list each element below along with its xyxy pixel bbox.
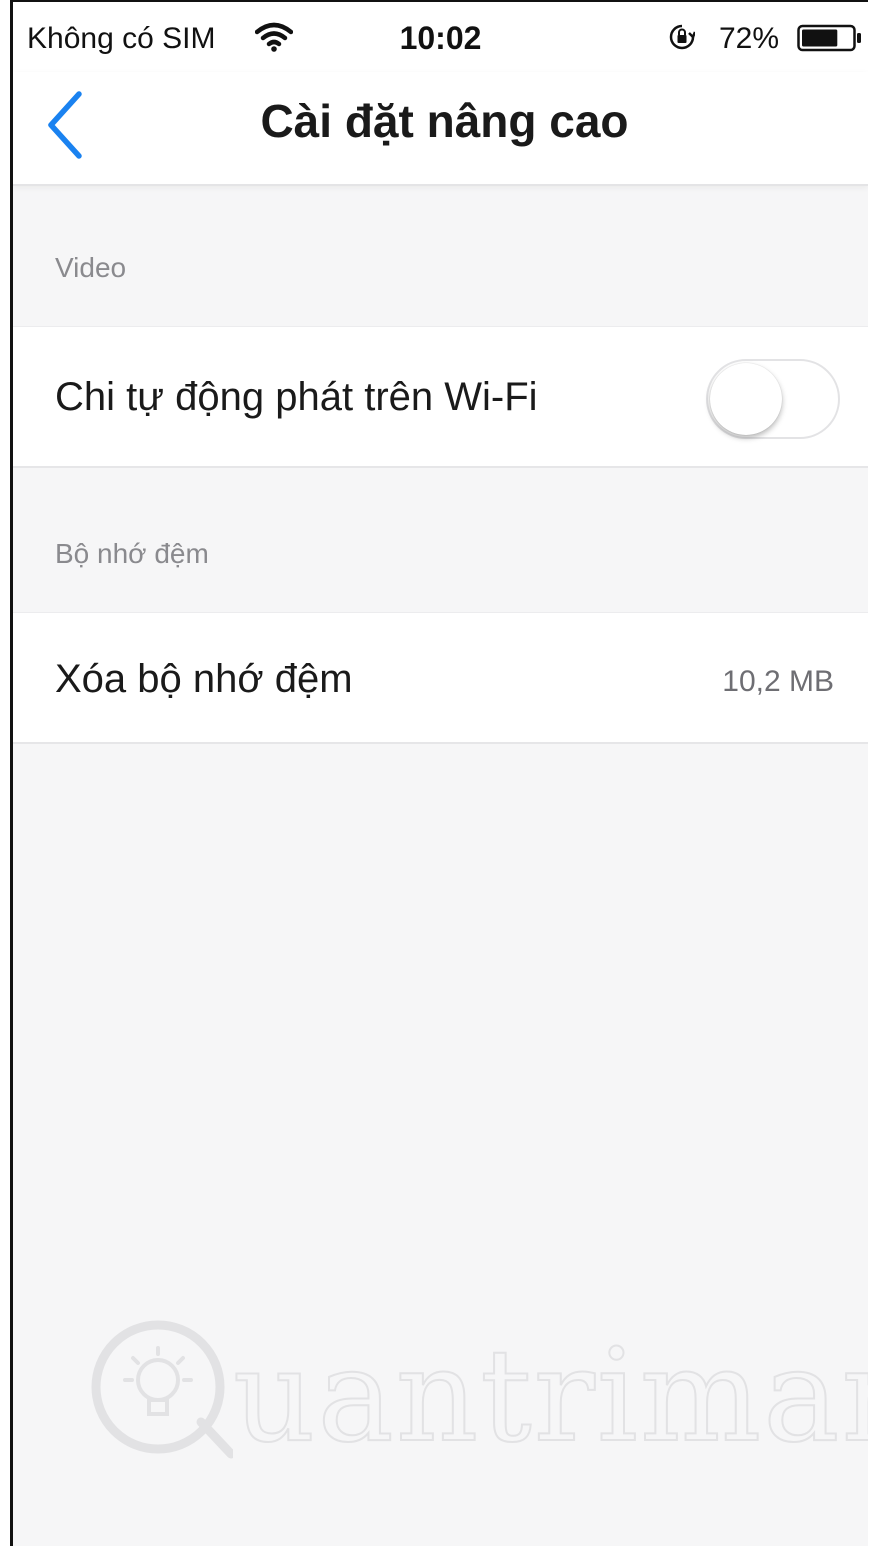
section-header-video: Video	[55, 252, 127, 283]
toggle-knob	[710, 363, 782, 435]
navigation-bar: Cài đặt nâng cao	[13, 72, 868, 186]
battery-percent: 72%	[719, 22, 780, 55]
watermark: uantrimang	[83, 1302, 868, 1482]
autoplay-wifi-label: Chi tự động phát trên Wi-Fi	[55, 375, 538, 419]
section-header-cache: Bộ nhớ đệm	[55, 538, 209, 569]
clear-cache-label: Xóa bộ nhớ đệm	[55, 657, 353, 701]
battery-icon	[797, 24, 861, 52]
orientation-lock-icon	[669, 24, 695, 50]
watermark-text: uantrimang	[232, 1321, 868, 1472]
page-title: Cài đặt nâng cao	[260, 95, 629, 147]
clear-cache-row[interactable]: Xóa bộ nhớ đệm 10,2 MB	[13, 612, 868, 744]
autoplay-wifi-toggle[interactable]	[706, 359, 840, 439]
lightbulb-logo-icon	[91, 1320, 233, 1459]
cache-size-value: 10,2 MB	[722, 665, 834, 698]
autoplay-wifi-row[interactable]: Chi tự động phát trên Wi-Fi	[13, 326, 868, 468]
status-bar: Không có SIM 10:02 72%	[13, 2, 868, 72]
app-screen: Không có SIM 10:02 72% Cài đặt nâng cao …	[10, 0, 868, 1546]
